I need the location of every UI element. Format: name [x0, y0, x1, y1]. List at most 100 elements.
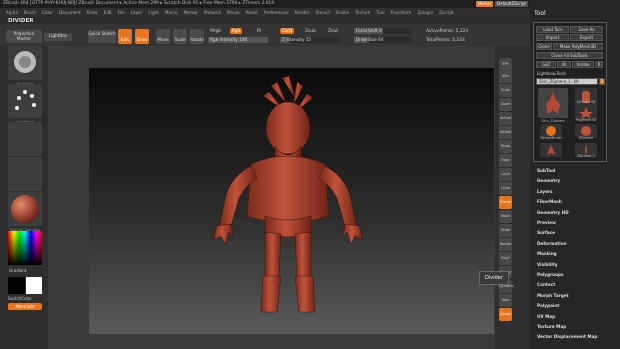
menu-stencil[interactable]: Stencil — [315, 8, 329, 17]
brush-thumbnail[interactable]: Standard — [8, 46, 42, 86]
tool-menu-preview[interactable]: Preview — [537, 220, 556, 225]
alternate-button[interactable]: Alternate — [8, 303, 42, 310]
lightbox-button[interactable]: LightBox — [44, 33, 72, 41]
save-as-button[interactable]: Save As — [570, 26, 603, 33]
alpha-thumbnail[interactable]: Alpha Off — [8, 122, 42, 162]
material-thumbnail[interactable]: MatCap Red Wax — [8, 192, 42, 232]
menu-edit[interactable]: Edit — [104, 8, 112, 17]
menu-file[interactable]: File — [118, 8, 125, 17]
shelf-spix-button[interactable]: SPix — [499, 70, 512, 83]
move-button[interactable]: Move — [156, 29, 170, 44]
zcut-button[interactable]: Zcut — [328, 29, 338, 34]
focal-shift-slider[interactable]: Focal Shift 0 — [354, 28, 412, 34]
make-polymesh-button[interactable]: Make PolyMesh3D — [553, 43, 603, 50]
gradient-label[interactable]: Gradient — [9, 268, 26, 273]
tool-menu-surface[interactable]: Surface — [537, 230, 555, 235]
shelf-scroll-button[interactable]: Scroll — [499, 84, 512, 97]
menu-layer[interactable]: Layer — [131, 8, 143, 17]
shelf-local-button[interactable]: Local — [499, 168, 512, 181]
default-zscript-button[interactable]: DefaultZScript — [495, 1, 528, 7]
shelf-lsym-button[interactable]: LSym — [499, 182, 512, 195]
rgb-button[interactable]: Rgb — [230, 28, 242, 34]
menu-marker[interactable]: Marker — [184, 8, 198, 17]
tool-skin-zsphere-2[interactable] — [540, 143, 562, 157]
rotate-button[interactable]: Rotate — [190, 29, 204, 44]
export-button[interactable]: Export — [570, 34, 603, 41]
shelf-rotate-button[interactable]: Rotate — [499, 238, 512, 251]
clone-button[interactable]: Clone — [536, 43, 552, 50]
tool-menu-geometry-hd[interactable]: Geometry HD — [537, 210, 569, 215]
menu-preferences[interactable]: Preferences — [264, 8, 289, 17]
tool-menu-uv-map[interactable]: UV Map — [537, 314, 555, 319]
menu-draw[interactable]: Draw — [87, 8, 98, 17]
tool-palette-title[interactable]: Tool — [534, 10, 546, 17]
projection-master-button[interactable]: Projection Master — [6, 30, 42, 43]
shelf-frame-button[interactable]: Frame — [499, 196, 512, 209]
shelf-xpose-button[interactable]: Xpose — [499, 308, 512, 321]
menu-macro[interactable]: Macro — [165, 8, 178, 17]
texture-thumbnail[interactable]: Texture Off — [8, 157, 42, 197]
z-intensity-slider[interactable]: Z Intensity 15 — [280, 37, 340, 43]
tool-menu-geometry[interactable]: Geometry — [537, 178, 560, 183]
tool-menu-texture-map[interactable]: Texture Map — [537, 324, 566, 329]
tool-menu-subtool[interactable]: SubTool — [537, 168, 555, 173]
shelf-scale-button[interactable]: Scale — [499, 224, 512, 237]
menu-transform[interactable]: Transform — [390, 8, 411, 17]
quick-sketch-button[interactable]: Quick Sketch — [88, 30, 116, 43]
tool-menu-vector-displacement-map[interactable]: Vector Displacement Map — [537, 334, 597, 339]
menus-button[interactable]: Menus — [475, 1, 494, 7]
shelf-actual-button[interactable]: Actual — [499, 112, 512, 125]
tool-menu-polypaint[interactable]: Polypaint — [537, 303, 559, 308]
tool-skin-zsphere[interactable] — [538, 88, 568, 118]
stroke-thumbnail[interactable]: DragRect — [8, 84, 42, 124]
menu-zplugin[interactable]: Zplugin — [417, 8, 433, 17]
menu-stroke[interactable]: Stroke — [336, 8, 349, 17]
shelf-persp-button[interactable]: Persp — [499, 140, 512, 153]
tool-menu-fibermesh[interactable]: FiberMesh — [537, 199, 562, 204]
shelf-polyf-button[interactable]: PolyF — [499, 252, 512, 265]
main-color-swatch[interactable] — [8, 277, 25, 294]
lightbox-tools-label[interactable]: Lightbox▸Tools — [537, 71, 566, 76]
import-button[interactable]: Import — [536, 34, 569, 41]
menu-material[interactable]: Material — [204, 8, 221, 17]
menu-light[interactable]: Light — [148, 8, 158, 17]
shelf-move-button[interactable]: Move — [499, 210, 512, 223]
secondary-color-swatch[interactable] — [26, 277, 42, 294]
rgb-intensity-slider[interactable]: Rgb Intensity 100 — [208, 37, 268, 43]
menu-brush[interactable]: Brush — [24, 8, 36, 17]
goz-button[interactable]: GoZ — [536, 61, 556, 68]
current-tool-r-button[interactable]: R — [599, 78, 605, 85]
mrgb-button[interactable]: Mrgb — [210, 29, 221, 34]
menu-movie[interactable]: Movie — [227, 8, 239, 17]
tool-menu-layers[interactable]: Layers — [537, 189, 553, 194]
menu-texture[interactable]: Texture — [355, 8, 370, 17]
m-button[interactable]: M — [257, 29, 261, 34]
shelf-zoom-button[interactable]: Zoom — [499, 98, 512, 111]
zsub-button[interactable]: Zsub — [305, 29, 316, 34]
tool-menu-visibility[interactable]: Visibility — [537, 262, 558, 267]
zadd-button[interactable]: Zadd — [280, 28, 294, 34]
edit-button[interactable]: Edit — [118, 29, 132, 44]
draw-button[interactable]: Draw — [135, 29, 149, 44]
shelf-solo-button[interactable]: Solo — [499, 294, 512, 307]
menu-render[interactable]: Render — [295, 8, 310, 17]
tool-menu-masking[interactable]: Masking — [537, 251, 557, 256]
tool-menu-morph-target[interactable]: Morph Target — [537, 293, 569, 298]
clone-all-subtools-button[interactable]: Clone All SubTools — [536, 52, 603, 59]
scale-button[interactable]: Scale — [173, 29, 187, 44]
color-picker[interactable] — [8, 231, 42, 265]
document-canvas[interactable] — [89, 68, 494, 334]
shelf-aahalf-button[interactable]: AAHalf — [499, 126, 512, 139]
draw-size-slider[interactable]: Draw Size 64 — [354, 37, 412, 43]
divider-model[interactable] — [89, 68, 494, 334]
switch-color-label[interactable]: SwitchColor — [8, 296, 32, 301]
goz-visible-button[interactable]: Visible — [572, 61, 594, 68]
shelf-floor-button[interactable]: Floor — [499, 154, 512, 167]
menu-zscript[interactable]: Zscript — [439, 8, 454, 17]
tool-menu-contact[interactable]: Contact — [537, 282, 555, 287]
menu-picker[interactable]: Picker — [245, 8, 257, 17]
tool-menu-polygroups[interactable]: Polygroups — [537, 272, 564, 277]
menu-color[interactable]: Color — [42, 8, 53, 17]
tool-menu-deformation[interactable]: Deformation — [537, 241, 567, 246]
load-tool-button[interactable]: Load Tool — [536, 26, 569, 33]
